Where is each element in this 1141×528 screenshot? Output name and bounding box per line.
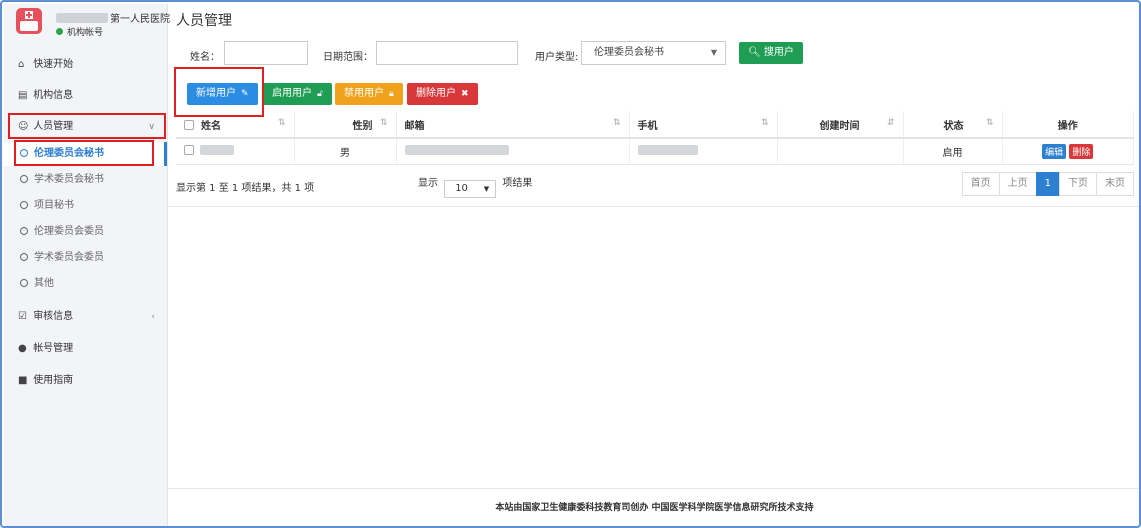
circle-icon [20,201,28,209]
highlight-staff-menu [8,113,166,139]
cell-email [396,138,630,165]
divider [168,206,1139,207]
highlight-ethics-secretary [14,140,154,166]
sort-icon: ⇅ [612,118,621,128]
page-first-button[interactable]: 首页 [961,172,1000,196]
circle-icon [20,175,28,183]
delete-user-button[interactable]: 删除用户 ✖ [407,83,478,105]
book-icon: ■ [18,375,28,386]
cell-created [777,138,904,165]
row-delete-button[interactable]: 删除 [1069,143,1094,159]
edit-button[interactable]: 编辑 [1042,143,1067,159]
app-window: 第一人民医院 机构帐号 ⌂ 快速开始 ▤ 机构信息 ☺ 人员管理 ∨ 伦理委员会… [0,0,1141,528]
user-type-select[interactable]: 伦理委员会秘书 ▼ [581,41,726,65]
page-prev-button[interactable]: 上页 [998,172,1037,196]
chevron-left-icon: ‹ [151,312,155,322]
cell-status: 启用 [903,138,1003,165]
page-current-button[interactable]: 1 [1035,172,1060,196]
sidebar-sub-academic-secretary[interactable]: 学术委员会秘书 [4,168,167,192]
active-indicator [164,142,167,166]
online-dot-icon [56,28,63,35]
sidebar-item-org-info[interactable]: ▤ 机构信息 [4,84,167,108]
sidebar-item-user-guide[interactable]: ■ 使用指南 [4,369,167,393]
page-title: 人员管理 [176,13,232,29]
page-next-button[interactable]: 下页 [1059,172,1097,196]
caret-down-icon: ▼ [483,185,490,193]
page-size-control: 显示 10 ▼ 项结果 [418,174,532,198]
account-status: 机构帐号 [56,25,103,38]
col-gender[interactable]: 性别 ⇅ [294,111,397,139]
sidebar-sub-project-secretary[interactable]: 项目秘书 [4,194,167,218]
sidebar-sub-ethics-member[interactable]: 伦理委员会委员 [4,220,167,244]
sidebar-sub-other[interactable]: 其他 [4,272,167,296]
user-icon: ● [18,343,27,354]
sidebar-item-account-management[interactable]: ● 帐号管理 [4,337,167,361]
col-email[interactable]: 邮箱 ⇅ [396,111,630,139]
redacted-block [56,13,108,23]
sidebar-item-quick-start[interactable]: ⌂ 快速开始 [4,53,167,77]
cell-phone [629,138,778,165]
col-name[interactable]: 姓名 ⇅ [176,111,295,139]
col-phone[interactable]: 手机 ⇅ [629,111,778,139]
lock-icon: 🔒︎ [389,89,394,99]
home-icon: ⌂ [18,59,25,70]
hospital-logo-icon [16,8,42,34]
footer: 本站由国家卫生健康委科技教育司创办 中国医学科学院医学信息研究所技术支持 [168,488,1139,526]
row-checkbox[interactable] [184,145,194,156]
circle-icon [20,253,28,261]
unlock-icon: 🔓︎ [317,89,323,99]
caret-down-icon: ▼ [710,48,717,57]
user-type-label: 用户类型: [535,52,579,63]
redacted-block [404,145,509,156]
col-created[interactable]: 创建时间 ⇵ [777,111,904,139]
table-header-row: 姓名 ⇅ 性别 ⇅ 邮箱 ⇅ 手机 ⇅ 创建时间 ⇵ 状态 ⇅ 操作 [176,111,1134,139]
main-content: 人员管理 姓名： 日期范围： 用户类型: 伦理委员会秘书 ▼ 🔍︎ 搜用户 新增… [168,4,1139,526]
name-input[interactable] [224,41,308,65]
pagination: 首页 上页 1 下页 末页 [961,172,1134,196]
enable-user-button[interactable]: 启用用户 🔓︎ [263,83,332,105]
sort-icon: ⇅ [277,118,286,128]
building-icon: ▤ [18,90,28,101]
redacted-block [200,145,235,156]
sort-icon: ⇅ [379,118,388,128]
cell-name [176,138,295,165]
search-users-button[interactable]: 🔍︎ 搜用户 [739,42,803,64]
brand: 第一人民医院 机构帐号 [4,4,170,44]
check-square-icon: ☑ [18,311,27,322]
trash-icon: ✖ [461,89,469,99]
redacted-block [637,145,698,156]
users-table: 姓名⇅ 性别⇅ 邮箱⇅ 手机⇅ 创建时间⇵ 状态⇅ 操作 男 启用 [176,111,1134,165]
cell-actions: 编辑 删除 [1002,138,1134,165]
page-size-select[interactable]: 10 ▼ [444,180,497,198]
sort-icon: ⇅ [760,118,769,128]
date-range-label: 日期范围： [323,52,373,63]
sidebar: 第一人民医院 机构帐号 ⌂ 快速开始 ▤ 机构信息 ☺ 人员管理 ∨ 伦理委员会… [4,4,170,526]
sidebar-sub-academic-member[interactable]: 学术委员会委员 [4,246,167,270]
disable-user-button[interactable]: 禁用用户 🔒︎ [335,83,403,105]
table-row: 男 启用 编辑 删除 [176,138,1134,165]
circle-icon [20,279,28,287]
sidebar-item-review-info[interactable]: ☑ 审核信息 ‹ [4,305,167,329]
cell-gender: 男 [294,138,397,165]
col-actions: 操作 [1002,111,1134,139]
page-last-button[interactable]: 末页 [1096,172,1134,196]
sort-desc-icon: ⇵ [886,118,895,128]
date-range-input[interactable] [376,41,518,65]
search-icon: 🔍︎ [748,47,761,58]
select-all-checkbox[interactable] [184,119,194,130]
sort-icon: ⇅ [985,118,994,128]
circle-icon [20,227,28,235]
name-label: 姓名： [190,52,220,63]
pagination-info: 显示第 1 至 1 项结果，共 1 项 [176,183,315,194]
highlight-add-user [174,67,264,117]
hospital-name: 第一人民医院 [56,10,170,25]
col-status[interactable]: 状态 ⇅ [903,111,1003,139]
